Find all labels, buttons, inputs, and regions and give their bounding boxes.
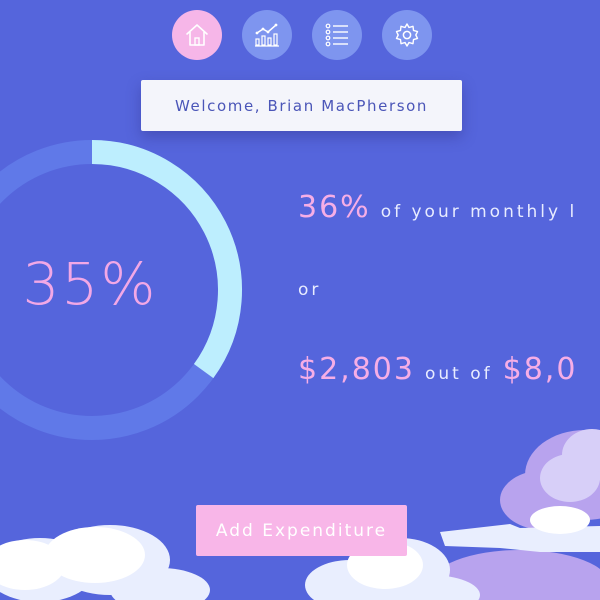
monthly-percent-line: 36% of your monthly l xyxy=(298,190,587,225)
add-expenditure-button[interactable]: Add Expenditure xyxy=(196,505,407,556)
limit-amount: $8,0 xyxy=(502,352,578,387)
or-text: or xyxy=(298,280,322,300)
spent-amount: $2,803 xyxy=(298,352,415,387)
monthly-percent-suffix: of your monthly l xyxy=(380,202,578,222)
out-of-text: out of xyxy=(424,364,493,384)
monthly-percent-value: 36% xyxy=(298,190,371,225)
gauge-percentage: 35% xyxy=(22,250,158,318)
spent-line: $2,803 out of $8,0 xyxy=(298,352,577,387)
